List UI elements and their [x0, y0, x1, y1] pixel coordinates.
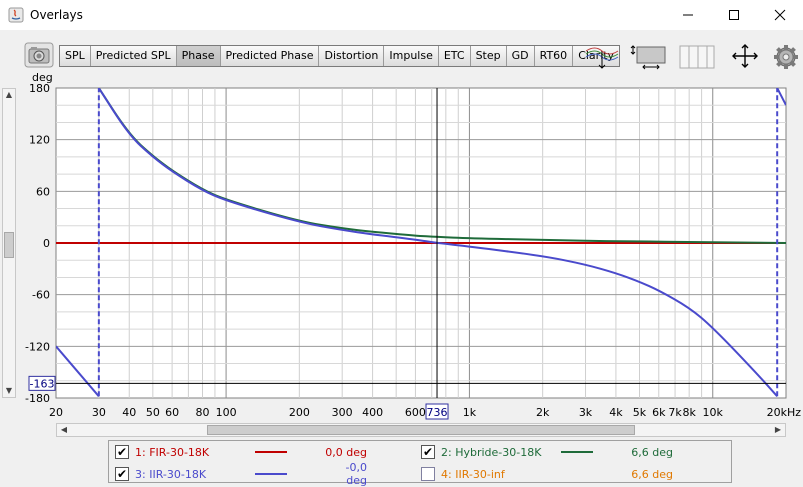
title-bar: Overlays: [0, 0, 803, 30]
cursor-x-readout: 736: [427, 406, 448, 419]
java-app-icon: [8, 7, 24, 23]
y-tick-label: -180: [25, 392, 50, 405]
legend-label: 2: Hybride-30-18K: [441, 446, 561, 459]
legend-index: 4: [441, 467, 448, 481]
legend-index: 3: [135, 467, 142, 481]
x-tick-label: 8k: [682, 406, 696, 419]
legend-item-hybride-30-18k: ✔ 2: Hybride-30-18K 6,6 deg: [421, 442, 673, 462]
x-tick-label: 4k: [609, 406, 623, 419]
legend-item-fir-30-18k: ✔ 1: FIR-30-18K 0,0 deg: [115, 442, 367, 462]
x-tick-label: 600: [405, 406, 426, 419]
scroll-right-arrow-icon[interactable]: ▶: [771, 424, 785, 436]
tab-predicted-spl[interactable]: Predicted SPL: [90, 46, 177, 66]
x-tick-label: 50: [146, 406, 160, 419]
legend-value: 0,0 deg: [325, 445, 367, 459]
toolbar: SPL Predicted SPL Phase Predicted Phase Dist…: [0, 38, 803, 74]
legend-checkbox[interactable]: [421, 467, 435, 481]
x-tick-label: 300: [332, 406, 353, 419]
x-tick-label: 400: [362, 406, 383, 419]
panel-layout-icon[interactable]: [678, 42, 716, 70]
x-tick-label: 100: [216, 406, 237, 419]
legend-checkbox[interactable]: ✔: [115, 445, 129, 459]
tab-step[interactable]: Step: [470, 46, 507, 66]
x-tick-label: 5k: [633, 406, 647, 419]
gear-icon[interactable]: [772, 42, 800, 70]
minimize-icon: [683, 14, 693, 16]
x-tick-label: 20kHz: [767, 406, 802, 419]
legend-label: 1: FIR-30-18K: [135, 446, 255, 459]
y-tick-label: 120: [29, 134, 50, 147]
x-tick-label: 2k: [536, 406, 550, 419]
x-tick-label: 80: [196, 406, 210, 419]
horizontal-scrollbar[interactable]: ◀ ▶: [56, 423, 786, 437]
x-tick-label: 40: [122, 406, 136, 419]
x-tick-label: 6k: [652, 406, 666, 419]
y-tick-label: -120: [25, 340, 50, 353]
graph-tabs: SPL Predicted SPL Phase Predicted Phase Dist…: [59, 45, 621, 67]
trace-arrange-icon[interactable]: [583, 42, 621, 70]
legend-label: 4: IIR-30-inf: [441, 468, 561, 481]
cursor-y-readout: -163: [30, 377, 55, 390]
phase-chart[interactable]: 180120600-60-120-18020 30 40 50 60 80 100 200 30…: [0, 80, 803, 422]
legend-value: 6,6 deg: [631, 467, 673, 481]
tab-predicted-phase[interactable]: Predicted Phase: [220, 46, 320, 66]
camera-icon[interactable]: [24, 42, 54, 68]
legend-line-swatch: [561, 473, 593, 475]
legend-index: 1: [135, 445, 142, 459]
y-tick-label: 180: [29, 82, 50, 95]
legend-checkbox[interactable]: ✔: [421, 445, 435, 459]
legend-name: FIR-30-18K: [149, 445, 210, 459]
y-tick-label: 0: [43, 237, 50, 250]
legend-index: 2: [441, 445, 448, 459]
y-tick-label: 60: [36, 185, 50, 198]
legend-line-swatch: [561, 451, 593, 453]
tab-impulse[interactable]: Impulse: [384, 46, 439, 66]
x-tick-label: 200: [289, 406, 310, 419]
legend-value: 6,6 deg: [631, 445, 673, 459]
x-tick-label: 7k: [668, 406, 682, 419]
legend-checkbox[interactable]: ✔: [115, 467, 129, 481]
legend-name: Hybride-30-18K: [455, 445, 542, 459]
legend-name: IIR-30-inf: [455, 467, 505, 481]
legend-label: 3: IIR-30-18K: [135, 468, 255, 481]
x-tick-label: 10k: [703, 406, 724, 419]
tab-spl[interactable]: SPL: [60, 46, 91, 66]
legend-value: -0,0 deg: [345, 461, 367, 487]
minimize-button[interactable]: [665, 0, 711, 30]
x-tick-label: 20: [49, 406, 63, 419]
legend-item-iir-30-inf: 4: IIR-30-inf 6,6 deg: [421, 464, 673, 484]
tab-rt60[interactable]: RT60: [534, 46, 574, 66]
x-tick-label: 1k: [463, 406, 477, 419]
legend-panel: ✔ 1: FIR-30-18K 0,0 deg ✔ 2: Hybride-30-18K 6…: [108, 440, 732, 487]
y-tick-label: -60: [32, 289, 50, 302]
maximize-icon: [729, 10, 739, 20]
legend-name: IIR-30-18K: [149, 467, 207, 481]
tab-distortion[interactable]: Distortion: [319, 46, 385, 66]
close-button[interactable]: [757, 0, 803, 30]
close-icon: [774, 9, 786, 21]
legend-line-swatch: [255, 451, 287, 453]
maximize-button[interactable]: [711, 0, 757, 30]
x-tick-label: 30: [92, 406, 106, 419]
tab-phase[interactable]: Phase: [176, 46, 221, 66]
scroll-left-arrow-icon[interactable]: ◀: [57, 424, 71, 436]
legend-item-iir-30-18k: ✔ 3: IIR-30-18K -0,0 deg: [115, 461, 367, 487]
window-title: Overlays: [30, 8, 83, 22]
horizontal-scroll-thumb[interactable]: [207, 425, 635, 435]
x-tick-label: 60: [165, 406, 179, 419]
x-tick-label: 3k: [579, 406, 593, 419]
limits-icon[interactable]: [629, 42, 669, 70]
tab-gd[interactable]: GD: [506, 46, 535, 66]
tab-etc[interactable]: ETC: [438, 46, 471, 66]
legend-line-swatch: [255, 473, 287, 475]
move-arrows-icon[interactable]: [727, 42, 763, 70]
